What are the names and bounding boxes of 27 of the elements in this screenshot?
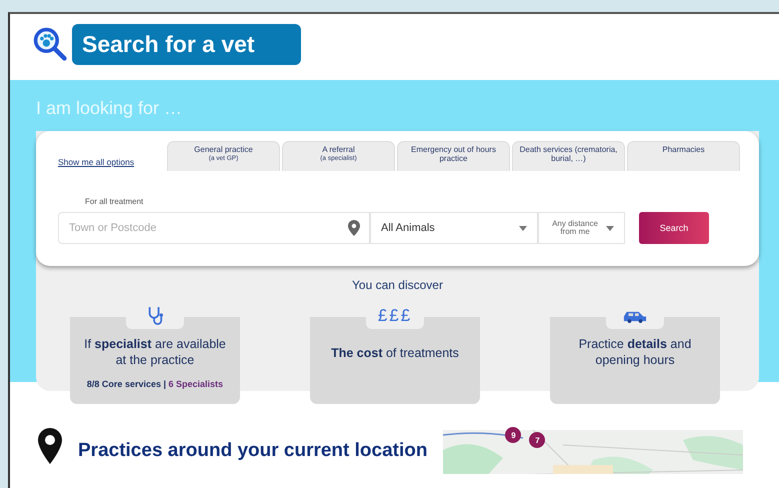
search-icon xyxy=(32,26,68,62)
search-button[interactable]: Search xyxy=(639,212,709,244)
core-services-count: 8/8 Core services | xyxy=(86,378,166,388)
animal-dropdown[interactable]: All Animals xyxy=(370,212,538,244)
location-pin-icon xyxy=(348,220,360,236)
section-heading: Practices around your current location xyxy=(78,440,428,462)
section-heading: I am looking for … xyxy=(36,98,184,119)
stethoscope-icon xyxy=(147,306,163,326)
car-icon xyxy=(623,310,647,322)
location-field[interactable]: Town or Postcode xyxy=(58,212,370,244)
page-title: Search for a vet xyxy=(72,24,301,64)
card-text: The cost of treatments xyxy=(330,345,460,362)
show-all-link[interactable]: Show me all options xyxy=(58,157,165,167)
pound-signs: £££ xyxy=(378,306,412,326)
caret-icon xyxy=(519,226,527,230)
category-tab[interactable]: Pharmacies xyxy=(627,141,740,171)
caret-icon xyxy=(606,226,614,230)
location-pin-icon xyxy=(38,428,62,464)
category-tab[interactable]: Emergency out of hours practice xyxy=(397,141,510,171)
distance-dropdown[interactable]: Any distance from me xyxy=(538,212,625,244)
card-text: Practice details and opening hours xyxy=(578,336,692,368)
specialists-count: 6 Specialists xyxy=(168,378,224,388)
card-text: If specialist are available at the practice xyxy=(84,336,226,368)
field-label: For all treatment xyxy=(85,197,144,206)
map-marker[interactable]: 9 xyxy=(505,427,522,443)
category-tab[interactable]: Death services (crematoria, burial, …) xyxy=(512,141,625,171)
section-heading: You can discover xyxy=(351,278,444,292)
